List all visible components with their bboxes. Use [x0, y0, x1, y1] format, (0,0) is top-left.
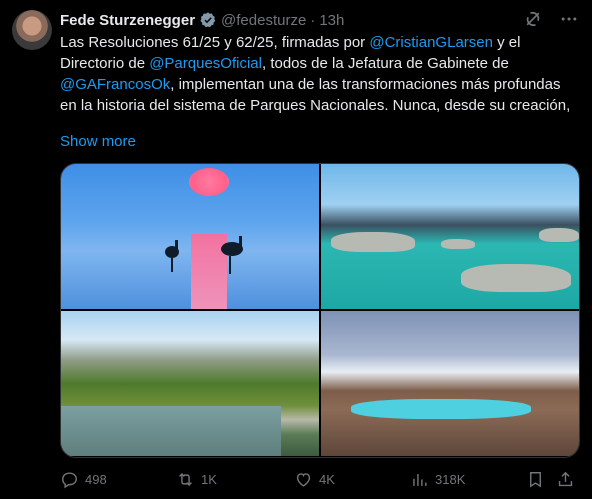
- tweet[interactable]: Fede Sturzenegger @fedesturze · 13h Las …: [0, 0, 592, 499]
- tweet-text: Las Resoluciones 61/25 y 62/25, firmadas…: [60, 32, 580, 116]
- media-image-flamingos[interactable]: [61, 164, 319, 309]
- image-rock: [331, 232, 415, 252]
- repost-count: 1K: [201, 471, 217, 487]
- grok-icon[interactable]: [522, 8, 544, 30]
- mention-link[interactable]: @GAFrancosOk: [60, 76, 170, 93]
- views-button[interactable]: 318K: [410, 470, 465, 489]
- image-glacier-lake: [351, 399, 531, 419]
- more-icon[interactable]: [558, 8, 580, 30]
- like-icon: [296, 472, 311, 487]
- image-flamingo: [229, 256, 231, 274]
- image-sun: [189, 168, 229, 196]
- author-name[interactable]: Fede Sturzenegger: [60, 12, 195, 29]
- author-handle[interactable]: @fedesturze: [221, 12, 306, 29]
- share-icon: [558, 471, 573, 486]
- tweet-header: Fede Sturzenegger @fedesturze · 13h: [60, 10, 344, 30]
- bookmark-button[interactable]: [526, 470, 545, 489]
- image-flamingo: [175, 240, 178, 254]
- image-rock: [539, 228, 579, 242]
- image-river-water: [61, 406, 281, 456]
- separator-dot: ·: [310, 11, 316, 29]
- avatar[interactable]: [12, 10, 52, 50]
- repost-button[interactable]: 1K: [176, 470, 217, 489]
- show-more-link[interactable]: Show more: [60, 133, 136, 150]
- share-button[interactable]: [556, 470, 575, 489]
- timestamp[interactable]: 13h: [319, 12, 344, 29]
- reply-count: 498: [85, 471, 107, 487]
- mention-link[interactable]: @ParquesOficial: [149, 55, 262, 72]
- bookmark-icon: [530, 471, 541, 488]
- media-image-river[interactable]: [61, 311, 319, 456]
- image-rock: [461, 264, 571, 292]
- verified-badge-icon[interactable]: [199, 11, 217, 29]
- tweet-text-part: Las Resoluciones 61/25 y 62/25, firmadas…: [60, 34, 370, 51]
- top-actions: [522, 8, 580, 30]
- image-flamingo: [171, 258, 173, 272]
- tweet-actions: 498 1K 4K 318K: [60, 468, 578, 490]
- repost-icon: [179, 472, 192, 486]
- media-grid: [60, 163, 580, 458]
- views-icon: [413, 473, 427, 486]
- image-flamingo: [239, 236, 242, 248]
- views-count: 318K: [435, 471, 466, 487]
- media-image-glacier[interactable]: [321, 311, 579, 456]
- like-count: 4K: [319, 471, 335, 487]
- tweet-text-part: , todos de la Jefatura de Gabinete de: [261, 55, 509, 72]
- mention-link[interactable]: @CristianGLarsen: [369, 34, 493, 51]
- reply-button[interactable]: 498: [60, 470, 107, 489]
- image-rock: [441, 239, 475, 249]
- reply-icon: [62, 471, 77, 488]
- like-button[interactable]: 4K: [294, 470, 335, 489]
- media-image-lake[interactable]: [321, 164, 579, 309]
